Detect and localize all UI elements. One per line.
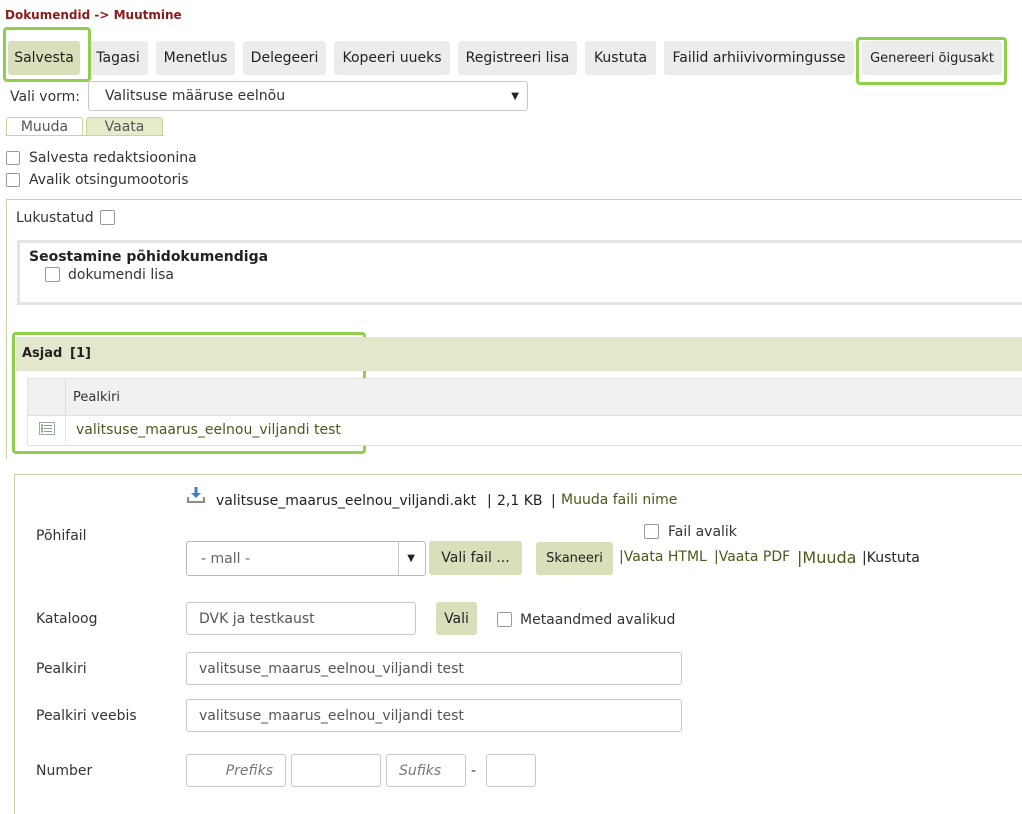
register-attachment-button[interactable]: Registreeri lisa bbox=[458, 41, 577, 75]
number-dash: - bbox=[471, 763, 477, 779]
cases-header: Asjad [1] bbox=[16, 337, 1022, 371]
back-button[interactable]: Tagasi bbox=[88, 41, 148, 75]
tab-edit[interactable]: Muuda bbox=[6, 117, 83, 135]
tab-underline bbox=[6, 135, 164, 136]
file-size: 2,1 KB bbox=[497, 493, 543, 509]
table-row[interactable]: valitsuse_maarus_eelnou_viljandi test bbox=[27, 416, 1022, 446]
cases-table-header: Pealkiri bbox=[27, 378, 1022, 416]
cases-table-divider bbox=[65, 379, 66, 415]
form-select[interactable]: Valitsuse määruse eelnõu ▼ bbox=[88, 81, 528, 111]
download-icon[interactable] bbox=[186, 486, 206, 504]
choose-file-button[interactable]: Vali fail ... bbox=[429, 541, 522, 575]
breadcrumb: Dokumendid -> Muutmine bbox=[5, 8, 182, 22]
file-public-label: Fail avalik bbox=[668, 524, 737, 540]
copy-new-button[interactable]: Kopeeri uueks bbox=[334, 41, 450, 75]
view-html-link[interactable]: |Vaata HTML bbox=[619, 549, 707, 565]
save-highlight bbox=[3, 27, 91, 82]
save-as-revision-checkbox[interactable] bbox=[6, 151, 20, 165]
linking-title: Seostamine põhidokumendiga bbox=[29, 249, 269, 265]
archive-files-button[interactable]: Failid arhiivivormingusse bbox=[664, 41, 854, 75]
main-panel-left-border bbox=[6, 199, 7, 459]
number-label: Number bbox=[36, 763, 93, 779]
main-panel-frame bbox=[6, 199, 1022, 209]
catalog-label: Kataloog bbox=[36, 611, 98, 627]
metadata-public-checkbox[interactable] bbox=[497, 612, 512, 627]
form-select-label: Vali vorm: bbox=[10, 89, 81, 105]
save-as-revision-label: Salvesta redaktsioonina bbox=[29, 150, 197, 166]
public-in-search-label: Avalik otsingumootoris bbox=[29, 172, 189, 188]
prefix-field[interactable]: Prefiks bbox=[186, 754, 286, 787]
public-in-search-checkbox[interactable] bbox=[6, 173, 20, 187]
locked-checkbox[interactable] bbox=[100, 210, 115, 225]
template-select[interactable]: - mall - ▼ bbox=[186, 541, 426, 576]
web-title-label: Pealkiri veebis bbox=[36, 708, 137, 724]
dropdown-arrow-icon: ▼ bbox=[407, 553, 415, 564]
choose-catalog-button[interactable]: Vali bbox=[436, 602, 477, 635]
generate-highlight bbox=[856, 37, 1007, 85]
scan-button[interactable]: Skaneeri bbox=[536, 542, 613, 575]
catalog-field[interactable]: DVK ja testkaust bbox=[186, 602, 416, 635]
cases-column-title[interactable]: Pealkiri bbox=[73, 390, 120, 405]
view-pdf-link[interactable]: |Vaata PDF bbox=[714, 549, 790, 565]
cases-count: [1] bbox=[70, 346, 91, 361]
title-field[interactable]: valitsuse_maarus_eelnou_viljandi test bbox=[186, 652, 682, 685]
locked-label: Lukustatud bbox=[16, 210, 94, 226]
delete-button[interactable]: Kustuta bbox=[585, 41, 656, 75]
delete-file-link[interactable]: |Kustuta bbox=[862, 550, 920, 566]
cases-title: Asjad bbox=[22, 346, 63, 361]
file-public-checkbox[interactable] bbox=[644, 524, 659, 539]
template-select-divider bbox=[398, 542, 399, 575]
dropdown-arrow-icon: ▼ bbox=[511, 90, 519, 102]
number-extra-field[interactable] bbox=[486, 754, 536, 787]
web-title-field[interactable]: valitsuse_maarus_eelnou_viljandi test bbox=[186, 699, 682, 732]
edit-file-link[interactable]: |Muuda bbox=[797, 548, 856, 567]
row-divider bbox=[65, 416, 66, 445]
procedure-button[interactable]: Menetlus bbox=[156, 41, 235, 75]
file-separator: | bbox=[487, 493, 492, 509]
delegate-button[interactable]: Delegeeri bbox=[243, 41, 326, 75]
template-select-value: - mall - bbox=[201, 550, 250, 567]
list-icon[interactable] bbox=[39, 422, 55, 435]
suffix-field[interactable]: Sufiks bbox=[386, 754, 466, 787]
title-label: Pealkiri bbox=[36, 661, 87, 677]
document-attachment-checkbox[interactable] bbox=[45, 267, 60, 282]
case-title-link[interactable]: valitsuse_maarus_eelnou_viljandi test bbox=[76, 422, 341, 438]
rename-file-link[interactable]: Muuda faili nime bbox=[561, 492, 677, 508]
document-attachment-label: dokumendi lisa bbox=[68, 267, 175, 283]
file-name[interactable]: valitsuse_maarus_eelnou_viljandi.akt bbox=[216, 493, 476, 509]
main-file-label: Põhifail bbox=[36, 528, 87, 544]
file-size-separator: | bbox=[551, 493, 556, 509]
tab-view[interactable]: Vaata bbox=[86, 117, 163, 135]
number-field[interactable] bbox=[291, 754, 381, 787]
metadata-public-label: Metaandmed avalikud bbox=[520, 612, 676, 628]
form-select-value: Valitsuse määruse eelnõu bbox=[105, 88, 286, 104]
